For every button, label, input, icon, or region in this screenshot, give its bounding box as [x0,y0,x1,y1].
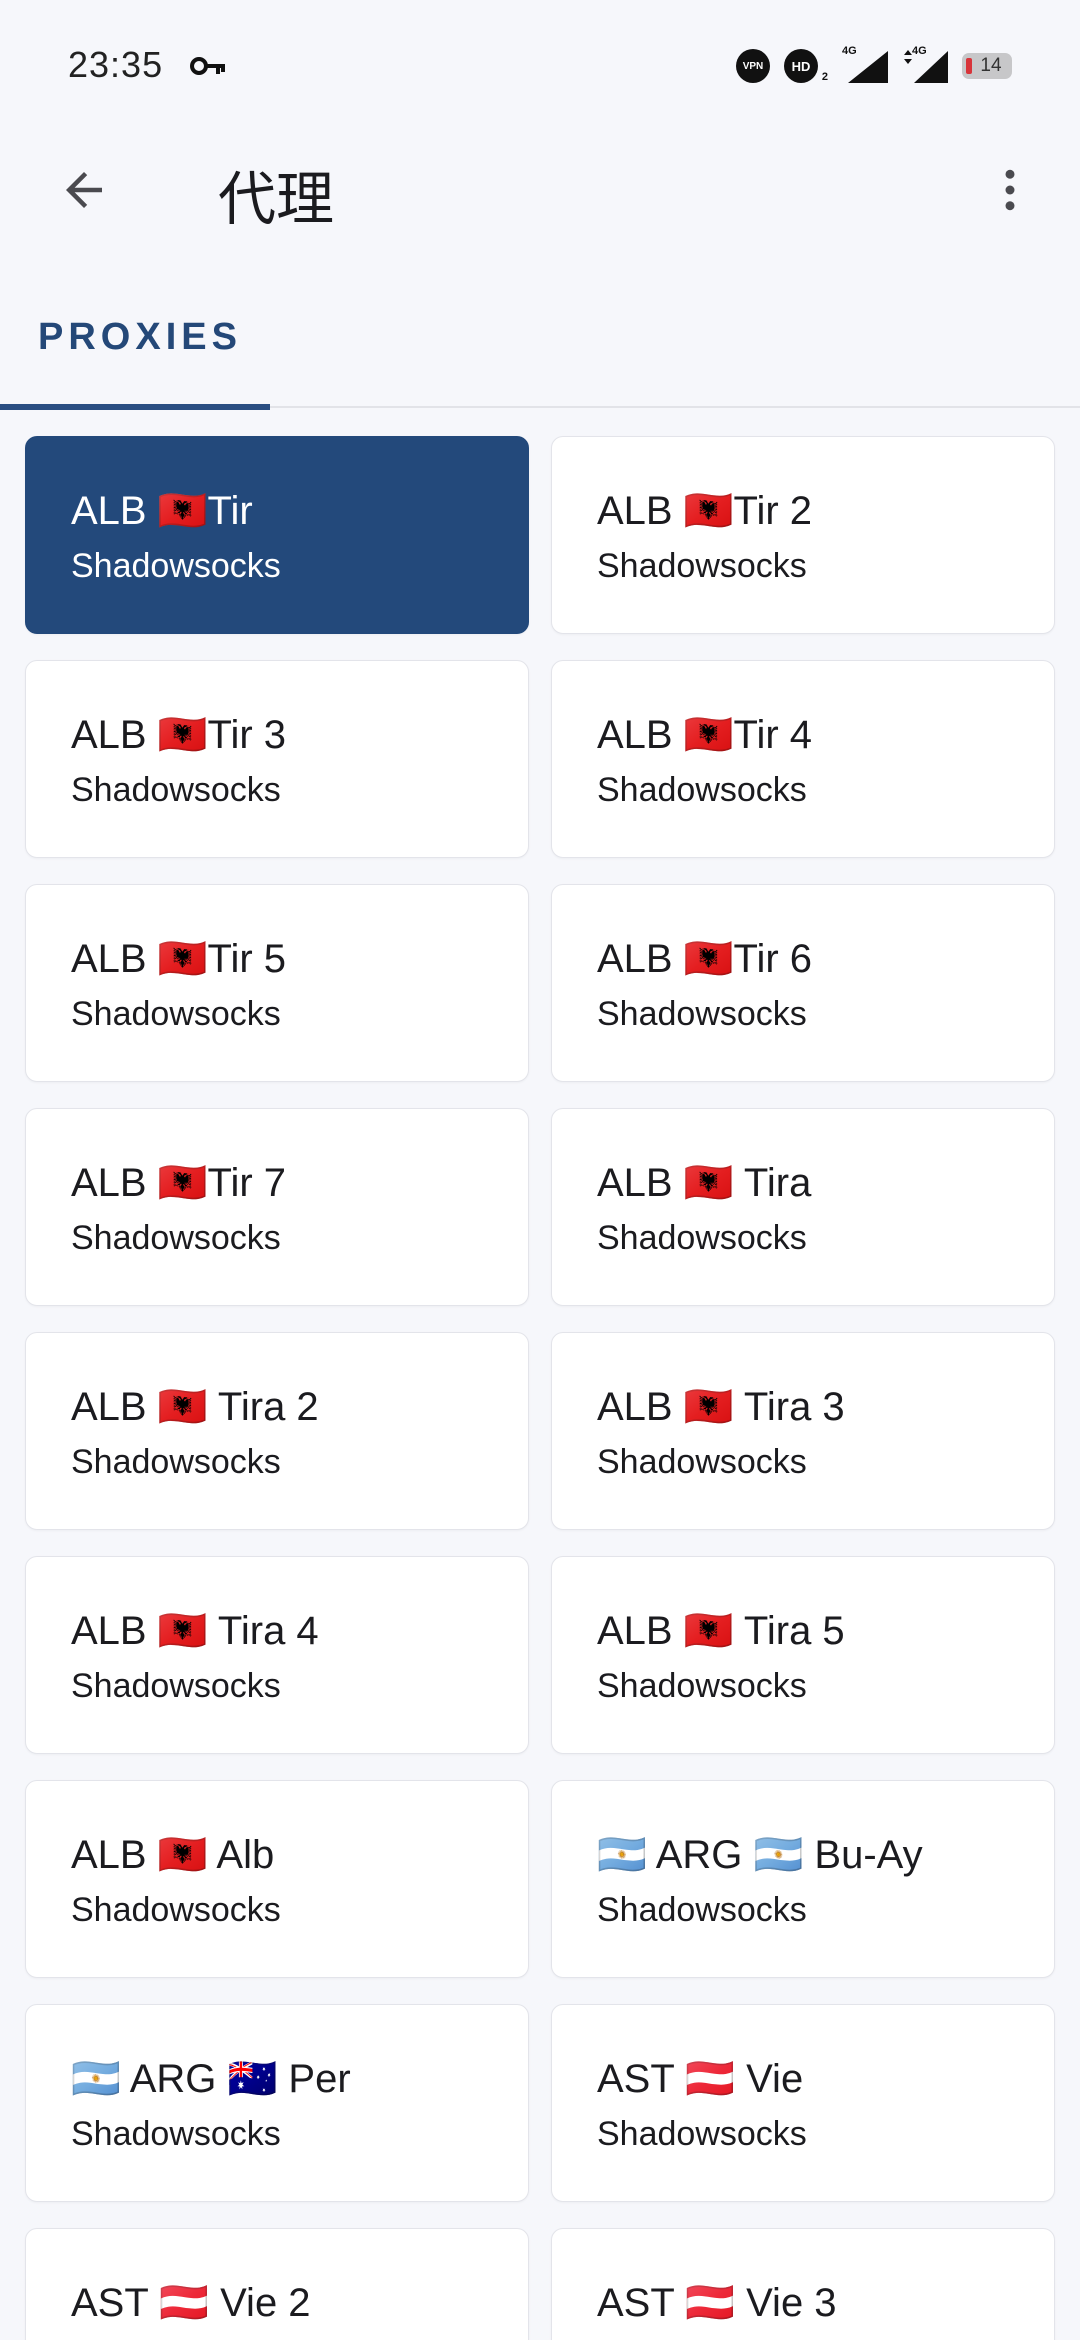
proxy-type: Shadowsocks [71,1667,281,1705]
proxy-card[interactable]: ALB 🇦🇱Tir 6 Shadowsocks [551,884,1055,1082]
proxy-type: Shadowsocks [597,1891,807,1929]
proxy-type: Shadowsocks [71,547,281,585]
signal-icon: 4G [842,45,888,83]
proxy-type: Shadowsocks [597,547,807,585]
proxy-name: 🇦🇷 ARG 🇦🇷 Bu-Ay [597,1833,923,1877]
proxy-card[interactable]: ALB 🇦🇱Tir 4 Shadowsocks [551,660,1055,858]
proxy-name: ALB 🇦🇱Tir 6 [597,937,813,981]
proxy-card[interactable]: ALB 🇦🇱 Tira Shadowsocks [551,1108,1055,1306]
proxy-name: ALB 🇦🇱Tir 4 [597,713,813,757]
proxy-name: ALB 🇦🇱 Alb [71,1833,275,1877]
proxy-card[interactable]: AST 🇦🇹 Vie 3Shadowsocks [551,2228,1055,2340]
proxy-name: AST 🇦🇹 Vie 3 [597,2281,837,2325]
tab-label: PROXIES [38,316,242,358]
proxy-name: ALB 🇦🇱 Tira 4 [71,1609,319,1653]
status-time: 23:35 [68,44,164,85]
vpn-icon: VPN [736,49,770,83]
network-type-label: 4G [912,45,927,57]
proxy-name: ALB 🇦🇱Tir 3 [71,713,287,757]
battery-level-fill [966,58,972,74]
proxy-card[interactable]: ALB 🇦🇱Tir Shadowsocks [25,436,529,634]
proxy-name: ALB 🇦🇱 Tira 3 [597,1385,845,1429]
proxy-name: ALB 🇦🇱Tir 2 [597,489,813,533]
proxy-name: AST 🇦🇹 Vie 2 [71,2281,311,2325]
proxy-card[interactable]: 🇦🇷 ARG 🇦🇺 Per Shadowsocks [25,2004,529,2202]
proxy-type: Shadowsocks [71,1443,281,1481]
proxy-type: Shadowsocks [71,1219,281,1257]
more-options-button[interactable] [970,150,1050,230]
tab-indicator [0,404,270,410]
proxy-type: Shadowsocks [597,1667,807,1705]
proxy-type: Shadowsocks [597,1219,807,1257]
proxy-name: AST 🇦🇹 Vie [597,2057,804,2101]
status-bar: 23:35 VPN HD 2 4G 4G 14 [0,0,1080,130]
proxy-card[interactable]: AST 🇦🇹 Vie 2Shadowsocks [25,2228,529,2340]
hd-icon: HD 2 [784,49,828,83]
proxy-card[interactable]: ALB 🇦🇱 Tira 4 Shadowsocks [25,1556,529,1754]
proxy-card[interactable]: ALB 🇦🇱 Tira 5 Shadowsocks [551,1556,1055,1754]
tab-proxies[interactable]: PROXIES [0,290,270,410]
tab-row: PROXIES [0,290,1080,410]
proxy-card[interactable]: ALB 🇦🇱Tir 3 Shadowsocks [25,660,529,858]
proxy-card[interactable]: ALB 🇦🇱Tir 2 Shadowsocks [551,436,1055,634]
proxy-card[interactable]: 🇦🇷 ARG 🇦🇷 Bu-Ay Shadowsocks [551,1780,1055,1978]
page-title: 代理 [218,167,335,232]
proxy-name: ALB 🇦🇱Tir 7 [71,1161,287,1205]
proxy-type: Shadowsocks [71,995,281,1033]
battery-percent: 14 [980,55,1002,76]
proxy-name: 🇦🇷 ARG 🇦🇺 Per [71,2057,351,2101]
hd-sub-label: 2 [821,71,828,83]
proxy-card[interactable]: ALB 🇦🇱 Alb Shadowsocks [25,1780,529,1978]
proxy-name: ALB 🇦🇱Tir [71,489,253,533]
proxy-type: Shadowsocks [71,2115,281,2153]
proxy-name: ALB 🇦🇱Tir 5 [71,937,287,981]
signal-icon: 4G [902,45,948,83]
more-vertical-icon [1005,169,1015,211]
back-button[interactable] [44,150,124,230]
screen: 23:35 VPN HD 2 4G 4G 14 代理 PROXIES ALB 🇦… [0,0,1080,2340]
proxy-type: Shadowsocks [597,995,807,1033]
hd-label: HD [784,49,818,83]
proxy-card[interactable]: ALB 🇦🇱Tir 5 Shadowsocks [25,884,529,1082]
proxy-grid: ALB 🇦🇱Tir Shadowsocks ALB 🇦🇱Tir 2 Shadowsoc… [25,436,1055,2340]
top-app-bar: 代理 [0,130,1080,240]
proxy-name: ALB 🇦🇱 Tira 2 [71,1385,319,1429]
proxy-name: ALB 🇦🇱 Tira [597,1161,812,1205]
status-icons: VPN HD 2 4G 4G 14 [736,45,1012,84]
network-type-label: 4G [842,45,857,57]
key-icon [190,57,225,75]
proxy-card[interactable]: ALB 🇦🇱 Tira 3 Shadowsocks [551,1332,1055,1530]
proxy-card[interactable]: ALB 🇦🇱 Tira 2 Shadowsocks [25,1332,529,1530]
arrow-left-icon [66,172,102,208]
proxy-type: Shadowsocks [597,771,807,809]
proxy-name: ALB 🇦🇱 Tira 5 [597,1609,845,1653]
proxy-card[interactable]: ALB 🇦🇱Tir 7 Shadowsocks [25,1108,529,1306]
proxy-type: Shadowsocks [597,1443,807,1481]
battery-icon: 14 [962,53,1012,79]
proxy-type: Shadowsocks [71,771,281,809]
proxy-card[interactable]: AST 🇦🇹 Vie Shadowsocks [551,2004,1055,2202]
proxy-type: Shadowsocks [597,2115,807,2153]
proxy-type: Shadowsocks [71,1891,281,1929]
